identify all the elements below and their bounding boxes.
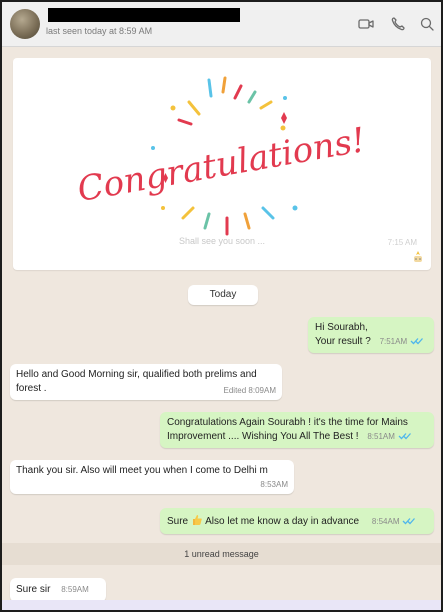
read-receipt-icon: [402, 517, 416, 525]
reaction-icon[interactable]: [411, 250, 425, 264]
message-timestamp: 7:51AM: [379, 337, 408, 346]
message-text: Hello and Good Morning sir, qualified bo…: [16, 369, 257, 380]
bottom-bar: [2, 600, 441, 610]
read-receipt-icon: [398, 432, 412, 440]
message-text: forest .: [16, 383, 47, 394]
message-timestamp: 8:53AM: [260, 480, 288, 489]
message-text: Sure sir: [16, 584, 51, 595]
avatar[interactable]: [10, 9, 40, 39]
message-timestamp: Edited 8:09AM: [223, 386, 276, 395]
unread-message-separator: 1 unread message: [2, 543, 441, 565]
message-text: Also let me know a day in advance: [205, 516, 360, 527]
message-text: Congratulations Again Sourabh ! it's the…: [167, 417, 408, 428]
phone-icon[interactable]: [389, 15, 407, 33]
media-message-congratulations[interactable]: Congratulations! Shall see you soon ... …: [13, 58, 431, 270]
message-bubble-incoming[interactable]: Sure sir 8:59AM: [10, 578, 106, 602]
last-seen-status: last seen today at 8:59 AM: [46, 26, 153, 36]
contact-name-redacted[interactable]: [48, 8, 240, 22]
banner-text: Congratulations!: [75, 120, 369, 210]
message-text: Improvement .... Wishing You All The Bes…: [167, 431, 359, 442]
media-caption: Shall see you soon ...: [178, 236, 266, 246]
thumbs-up-icon: [191, 514, 203, 526]
message-bubble-outgoing[interactable]: Hi Sourabh, Your result ? 7:51AM: [308, 317, 434, 353]
message-timestamp: 8:54AM: [371, 517, 400, 526]
message-timestamp: 8:59AM: [61, 585, 89, 594]
message-bubble-incoming[interactable]: Hello and Good Morning sir, qualified bo…: [10, 364, 282, 400]
search-icon[interactable]: [418, 15, 436, 33]
video-call-icon[interactable]: [357, 15, 375, 33]
message-text: Sure: [167, 516, 189, 527]
read-receipt-icon: [410, 337, 424, 345]
message-text: Thank you sir. Also will meet you when I…: [16, 465, 268, 476]
message-text: Hi Sourabh,: [315, 322, 368, 333]
message-text: Your result ?: [315, 336, 371, 347]
message-bubble-incoming[interactable]: Thank you sir. Also will meet you when I…: [10, 460, 294, 494]
message-bubble-outgoing[interactable]: Sure Also let me know a day in advance 8…: [160, 508, 434, 534]
chat-header: last seen today at 8:59 AM: [2, 2, 441, 47]
chat-window: last seen today at 8:59 AM Congratulatio…: [0, 0, 443, 612]
media-timestamp: 7:15 AM: [387, 238, 417, 247]
message-bubble-outgoing[interactable]: Congratulations Again Sourabh ! it's the…: [160, 412, 434, 448]
message-timestamp: 8:51AM: [367, 432, 395, 441]
date-separator: Today: [188, 285, 258, 305]
